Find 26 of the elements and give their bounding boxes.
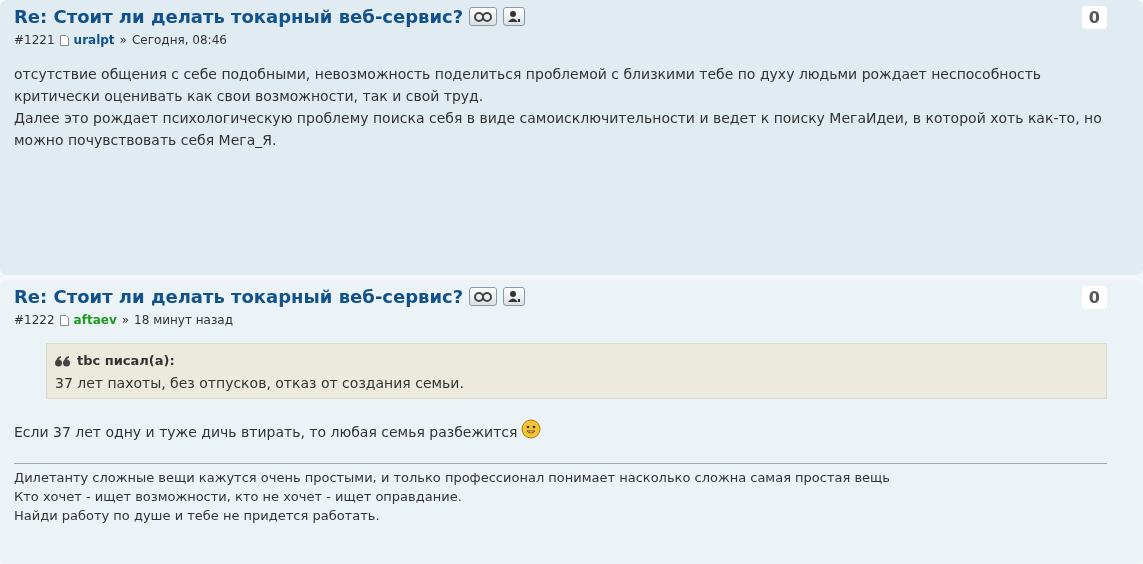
post-text: Далее это рождает психологическую проблему поиска себя в виде самоисключительности и ведет к поиску МегаИдеи, в которой хоть как-то, но можно почувствовать себя Мега_Я.	[14, 110, 1102, 148]
post-number[interactable]: #1221	[14, 33, 55, 47]
signature-line: Кто хочет - ищет возможности, кто не хочет - ищет оправдание.	[14, 489, 462, 504]
post-number[interactable]: #1222	[14, 313, 55, 327]
quote-author: tbc писал(а):	[77, 352, 175, 370]
score-badge: 0	[1081, 286, 1107, 309]
user-icon[interactable]	[503, 7, 526, 26]
post-time: 18 минут назад	[134, 313, 233, 327]
document-icon	[59, 34, 69, 46]
separator: »	[119, 33, 127, 47]
quote-text: 37 лет пахоты, без отпусков, отказ от создания семьи.	[55, 374, 465, 393]
post-text: отсутствие общения с себе подобными, невозможность поделиться проблемой с близкими тебе по духу людьми рождает неспособность критически оценивать как свои возможности, так и свой труд.	[14, 66, 1042, 104]
separator: »	[121, 313, 130, 327]
post-title[interactable]: Re: Стоит ли делать токарный веб-сервис?	[14, 286, 464, 307]
quote-icon	[55, 355, 71, 367]
link-icon[interactable]	[469, 7, 498, 26]
score-badge: 0	[1081, 6, 1107, 29]
signature-line: Дилетанту сложные вещи кажутся очень простыми, и только профессионал понимает насколько сложна самая простая вещь	[14, 470, 890, 485]
link-icon[interactable]	[469, 287, 498, 306]
post-time: Сегодня, 08:46	[131, 33, 227, 47]
user-icon[interactable]	[503, 287, 526, 306]
signature-line: Найди работу по душе и тебе не придется работать.	[14, 508, 380, 523]
author-link[interactable]: uralpt	[73, 33, 115, 47]
document-icon	[59, 314, 69, 326]
post-text: Если 37 лет одну и туже дичь втирать, то любая семья разбежится	[14, 424, 518, 440]
post-title[interactable]: Re: Стоит ли делать токарный веб-сервис?	[14, 6, 464, 27]
